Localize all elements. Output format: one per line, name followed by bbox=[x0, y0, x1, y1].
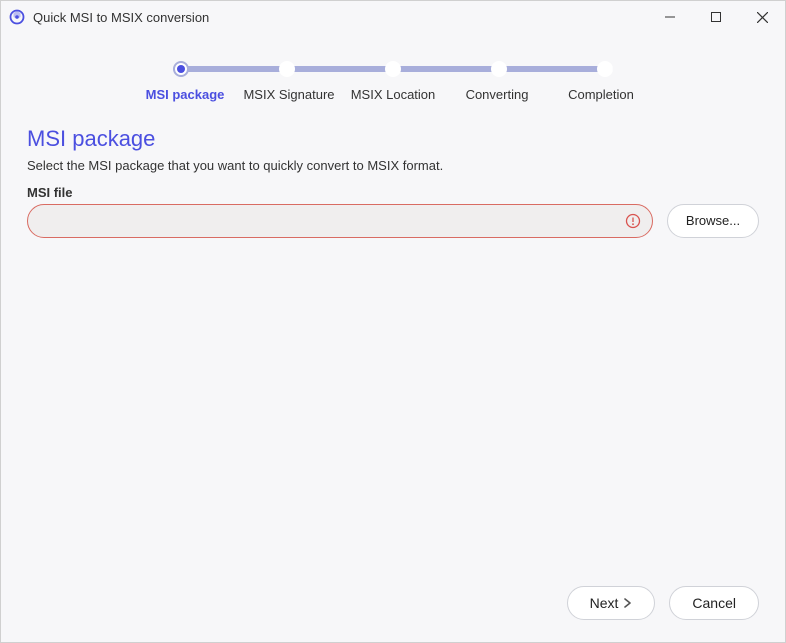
step-label-msix-location: MSIX Location bbox=[341, 87, 445, 104]
step-label-converting: Converting bbox=[445, 87, 549, 104]
step-dot-msix-signature bbox=[279, 61, 295, 77]
step-dot-msi-package bbox=[173, 61, 189, 77]
app-icon bbox=[9, 9, 25, 25]
step-dot-completion bbox=[597, 61, 613, 77]
titlebar: Quick MSI to MSIX conversion bbox=[1, 1, 785, 33]
msi-file-label: MSI file bbox=[27, 185, 759, 200]
window-controls bbox=[647, 1, 785, 33]
wizard-stepper: MSI package MSIX Signature MSIX Location… bbox=[1, 33, 785, 108]
next-button-label: Next bbox=[590, 595, 619, 611]
maximize-button[interactable] bbox=[693, 1, 739, 33]
step-label-msi-package: MSI package bbox=[133, 87, 237, 104]
next-button[interactable]: Next bbox=[567, 586, 656, 620]
step-dot-converting bbox=[491, 61, 507, 77]
step-label-msix-signature: MSIX Signature bbox=[237, 87, 341, 104]
msi-file-input[interactable] bbox=[27, 204, 653, 238]
minimize-button[interactable] bbox=[647, 1, 693, 33]
window-title: Quick MSI to MSIX conversion bbox=[33, 10, 647, 25]
wizard-footer: Next Cancel bbox=[1, 586, 785, 642]
page-content: MSI package Select the MSI package that … bbox=[1, 108, 785, 586]
step-dot-msix-location bbox=[385, 61, 401, 77]
page-description: Select the MSI package that you want to … bbox=[27, 158, 759, 173]
chevron-right-icon bbox=[624, 598, 632, 608]
browse-button[interactable]: Browse... bbox=[667, 204, 759, 238]
close-button[interactable] bbox=[739, 1, 785, 33]
step-label-completion: Completion bbox=[549, 87, 653, 104]
cancel-button[interactable]: Cancel bbox=[669, 586, 759, 620]
page-title: MSI package bbox=[27, 126, 759, 152]
